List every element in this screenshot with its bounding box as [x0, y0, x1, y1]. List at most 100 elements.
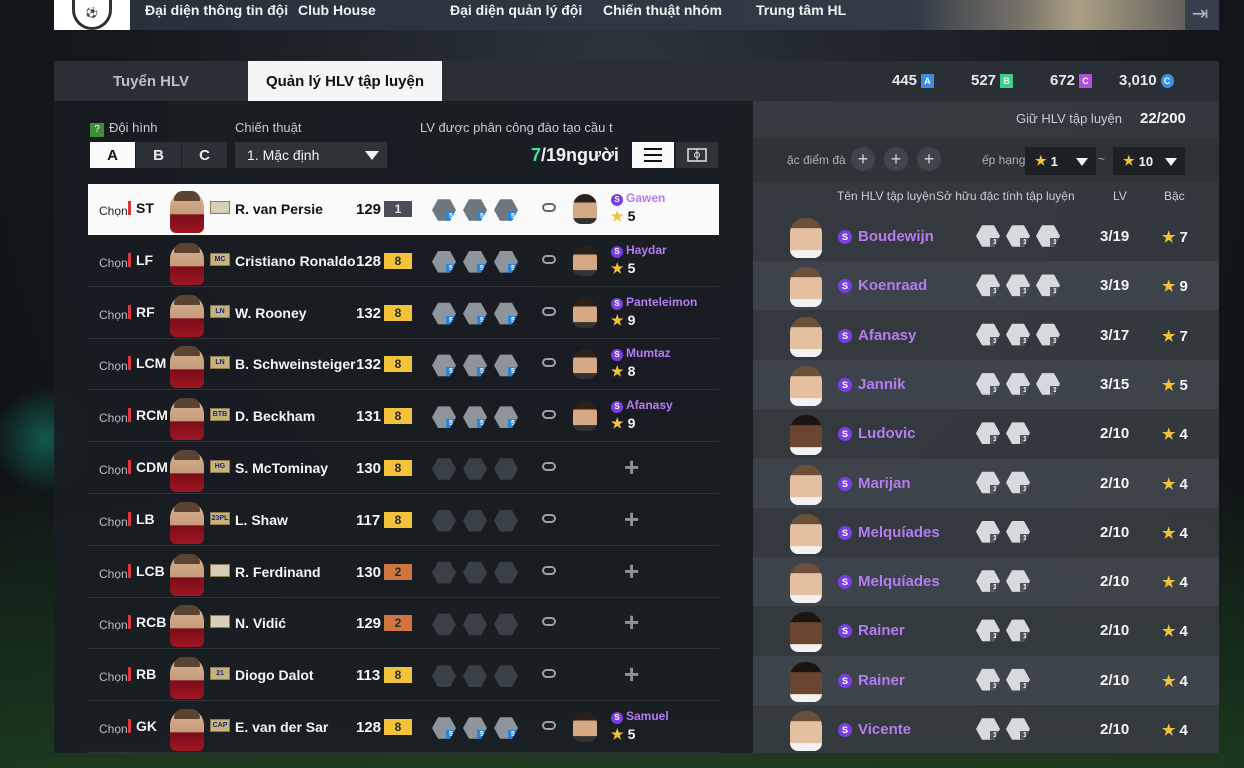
coach-row[interactable]: S Melquíades 1 1 2/10 ★ 4: [753, 557, 1219, 607]
coach-row[interactable]: S Marijan 1 1 2/10 ★ 4: [753, 458, 1219, 508]
link-icon[interactable]: [542, 306, 556, 316]
coach-trait-icon[interactable]: 1: [1006, 668, 1030, 691]
coach-trait-icon[interactable]: 1: [1006, 520, 1030, 543]
coach-row[interactable]: S Afanasy 1 1 1 3/17 ★ 7: [753, 311, 1219, 360]
coach-row[interactable]: S Vicente 1 1 2/10 ★ 4: [753, 705, 1219, 754]
min-star-dropdown[interactable]: ★ 1: [1025, 147, 1096, 175]
training-trait-icon[interactable]: 5: [463, 354, 487, 377]
training-trait-icon[interactable]: 5: [432, 250, 456, 273]
coach-row[interactable]: S Rainer 1 1 2/10 ★ 4: [753, 655, 1219, 705]
add-trait-filter-button-2[interactable]: +: [884, 147, 908, 171]
select-label[interactable]: Chọn: [99, 722, 128, 736]
coach-trait-icon[interactable]: 1: [1006, 619, 1030, 642]
nav-team-tactics[interactable]: Chiến thuật nhóm: [603, 2, 722, 18]
coach-trait-icon[interactable]: 1: [976, 668, 1000, 691]
coach-trait-icon[interactable]: 1: [976, 422, 1000, 444]
coach-row[interactable]: S Koenraad 1 1 1 3/19 ★ 9: [753, 261, 1219, 311]
training-trait-icon[interactable]: 5: [432, 199, 456, 221]
coach-trait-icon[interactable]: 1: [1006, 422, 1030, 444]
select-label[interactable]: Chọn: [99, 567, 128, 581]
training-trait-icon[interactable]: 5: [463, 302, 487, 325]
pitch-view-button[interactable]: [676, 142, 718, 168]
training-trait-icon[interactable]: 5: [494, 717, 518, 739]
link-icon[interactable]: [542, 669, 556, 679]
coach-trait-icon[interactable]: 1: [1036, 323, 1060, 346]
tab-recruit-coach[interactable]: Tuyển HLV: [54, 61, 248, 101]
coach-trait-icon[interactable]: 1: [1006, 471, 1030, 494]
coach-trait-icon[interactable]: 1: [976, 718, 1000, 740]
coach-row[interactable]: S Melquíades 1 1 2/10 ★ 4: [753, 508, 1219, 557]
player-row[interactable]: Chọn RCB N. Vidić 129 2 +: [88, 598, 719, 650]
add-trait-filter-button-3[interactable]: +: [917, 147, 941, 171]
select-label[interactable]: Chọn: [99, 256, 128, 270]
assign-coach-plus-icon[interactable]: +: [624, 556, 639, 587]
coach-trait-icon[interactable]: 1: [976, 274, 1000, 297]
training-trait-icon[interactable]: 5: [432, 717, 456, 739]
player-row[interactable]: Chọn LCM LN B. Schweinsteiger 132 8 5 5 5 S Mumtaz…: [88, 339, 719, 391]
coach-trait-icon[interactable]: 1: [976, 619, 1000, 642]
coach-trait-icon[interactable]: 1: [1006, 274, 1030, 297]
player-row[interactable]: Chọn RCM BTB D. Beckham 131 8 5 5 5 S Afanasy ★ 9: [88, 391, 719, 443]
training-trait-icon[interactable]: 5: [494, 406, 518, 428]
player-row[interactable]: Chọn ST R. van Persie 129 1 5 5 5 S Gawen ★ 5: [88, 184, 719, 235]
player-row[interactable]: Chọn RB 21 Diogo Dalot 113 8 +: [88, 650, 719, 702]
assign-coach-plus-icon[interactable]: +: [624, 659, 639, 690]
coach-trait-icon[interactable]: 1: [976, 570, 1000, 592]
player-row[interactable]: Chọn LCB R. Ferdinand 130 2 +: [88, 547, 719, 598]
link-icon[interactable]: [542, 513, 556, 523]
link-icon[interactable]: [542, 617, 556, 627]
link-icon[interactable]: [542, 358, 556, 368]
nav-team-info[interactable]: Đại diện thông tin đội: [145, 2, 288, 18]
training-trait-icon[interactable]: 5: [463, 199, 487, 221]
training-trait-icon[interactable]: 5: [494, 354, 518, 377]
training-trait-icon[interactable]: 5: [463, 406, 487, 428]
select-label[interactable]: Chọn: [99, 463, 128, 477]
assign-coach-plus-icon[interactable]: +: [624, 504, 639, 535]
player-row[interactable]: Chọn LF MC Cristiano Ronaldo 128 8 5 5 5 S Haydar ★…: [88, 236, 719, 287]
training-trait-icon[interactable]: 5: [432, 406, 456, 428]
coach-trait-icon[interactable]: 1: [976, 225, 1000, 247]
player-row[interactable]: Chọn CDM HG S. McTominay 130 8 +: [88, 443, 719, 494]
coach-trait-icon[interactable]: 1: [976, 323, 1000, 346]
coach-trait-icon[interactable]: 1: [1036, 225, 1060, 247]
coach-trait-icon[interactable]: 1: [1006, 570, 1030, 592]
coach-trait-icon[interactable]: 1: [1006, 225, 1030, 247]
formation-b-button[interactable]: B: [136, 142, 181, 168]
training-trait-icon[interactable]: 5: [494, 199, 518, 221]
player-row[interactable]: Chọn GK CAP E. van der Sar 128 8 5 5 5 S Samuel ★ 5: [88, 702, 719, 753]
exit-icon[interactable]: ⇥: [1187, 2, 1213, 26]
coach-row[interactable]: S Rainer 1 1 2/10 ★ 4: [753, 606, 1219, 655]
list-view-button[interactable]: [632, 142, 674, 168]
training-trait-icon[interactable]: 5: [494, 250, 518, 273]
coach-trait-icon[interactable]: 1: [976, 520, 1000, 543]
tactic-dropdown[interactable]: 1. Mặc định: [235, 142, 387, 168]
coach-trait-icon[interactable]: 1: [1036, 274, 1060, 297]
max-star-dropdown[interactable]: ★ 10: [1113, 147, 1185, 175]
player-row[interactable]: Chọn LB 23PL L. Shaw 117 8 +: [88, 495, 719, 546]
nav-club-house[interactable]: Club House: [298, 2, 376, 18]
coach-trait-icon[interactable]: 1: [1006, 373, 1030, 395]
coach-trait-icon[interactable]: 1: [1006, 718, 1030, 740]
training-trait-icon[interactable]: 5: [463, 250, 487, 273]
training-trait-icon[interactable]: 5: [432, 354, 456, 377]
select-label[interactable]: Chọn: [99, 618, 128, 632]
coach-trait-icon[interactable]: 1: [1006, 323, 1030, 346]
link-icon[interactable]: [542, 565, 556, 575]
link-icon[interactable]: [542, 410, 556, 420]
select-label[interactable]: Chọn: [99, 411, 128, 425]
tab-manage-coach[interactable]: Quản lý HLV tập luyện: [248, 61, 442, 101]
link-icon[interactable]: [542, 254, 556, 264]
training-trait-icon[interactable]: 5: [494, 302, 518, 325]
select-label[interactable]: Chọn: [99, 204, 128, 218]
formation-c-button[interactable]: C: [182, 142, 227, 168]
link-icon[interactable]: [542, 721, 556, 730]
training-trait-icon[interactable]: 5: [463, 717, 487, 739]
link-icon[interactable]: [542, 203, 556, 212]
club-logo[interactable]: ⚽: [54, 0, 130, 30]
select-label[interactable]: Chọn: [99, 308, 128, 322]
select-label[interactable]: Chọn: [99, 359, 128, 373]
player-row[interactable]: Chọn RF LN W. Rooney 132 8 5 5 5 S Panteleimon ★ 9: [88, 288, 719, 339]
nav-training-center[interactable]: Trung tâm HL: [756, 2, 846, 18]
formation-a-button[interactable]: A: [90, 142, 135, 168]
assign-coach-plus-icon[interactable]: +: [624, 452, 639, 483]
